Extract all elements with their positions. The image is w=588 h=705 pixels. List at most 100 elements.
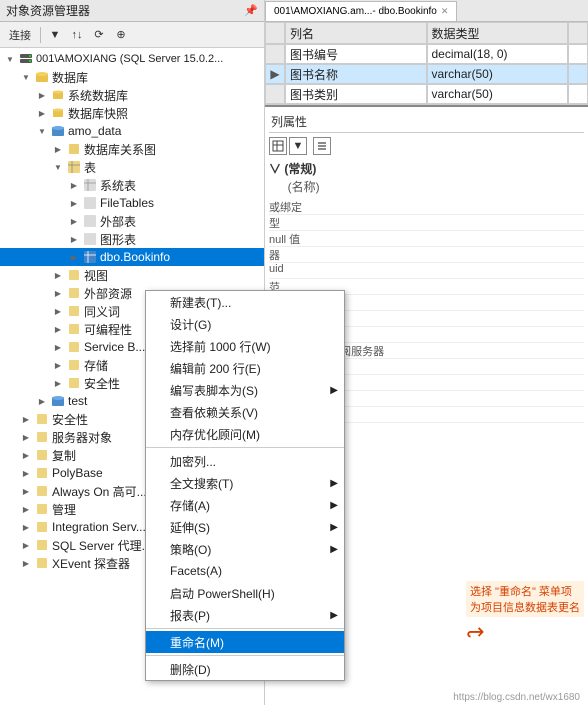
expand-db-security[interactable]: ▶ xyxy=(50,375,66,391)
expand-sys-tables[interactable]: ▶ xyxy=(66,177,82,193)
filter-button[interactable]: ▼ xyxy=(45,25,65,45)
ctx-label-rename: 重命名(M) xyxy=(170,634,224,651)
tree-item-ext-tables[interactable]: ▶ 外部表 xyxy=(0,212,264,230)
tree-item-amo-data[interactable]: ▼ amo_data xyxy=(0,122,264,140)
expand-tables[interactable]: ▼ xyxy=(50,159,66,175)
ctx-label-ps: 启动 PowerShell(H) xyxy=(170,585,275,602)
cell-name-3[interactable]: 图书类别 xyxy=(285,84,427,104)
cell-type-1[interactable]: decimal(18, 0) xyxy=(427,44,569,64)
ctx-delete[interactable]: 删除(D) xyxy=(146,658,344,680)
expand-management[interactable]: ▶ xyxy=(18,501,34,517)
integration-label: Integration Serv... xyxy=(52,520,146,534)
expand-server[interactable]: ▼ xyxy=(2,51,18,67)
expand-test[interactable]: ▶ xyxy=(34,393,50,409)
props-btn-2[interactable]: ▼ xyxy=(289,137,307,155)
props-row-4: null 值 xyxy=(269,231,584,247)
db-security-label: 安全性 xyxy=(84,375,120,392)
ctx-edit-top200[interactable]: 编辑前 200 行(E) xyxy=(146,357,344,379)
props-btn-1[interactable] xyxy=(269,137,287,155)
ctx-rename[interactable]: 重命名(M) xyxy=(146,631,344,653)
ctx-select-top1000[interactable]: 选择前 1000 行(W) xyxy=(146,335,344,357)
expand-ext-res[interactable]: ▶ xyxy=(50,285,66,301)
expand-replication[interactable]: ▶ xyxy=(18,447,34,463)
expand-integration[interactable]: ▶ xyxy=(18,519,34,535)
ctx-memory-opt[interactable]: 内存优化顾问(M) xyxy=(146,423,344,445)
ctx-label-deps: 查看依赖关系(V) xyxy=(170,404,258,421)
context-menu[interactable]: 新建表(T)... 设计(G) 选择前 1000 行(W) 编辑前 200 行(… xyxy=(145,290,345,681)
tree-item-databases[interactable]: ▼ 数据库 xyxy=(0,68,264,86)
props-title: 列属性 xyxy=(269,111,584,133)
ext-tables-icon xyxy=(82,213,98,229)
bookinfo-label: dbo.Bookinfo xyxy=(100,250,170,264)
expand-polybase[interactable]: ▶ xyxy=(18,465,34,481)
expand-service[interactable]: ▶ xyxy=(50,339,66,355)
ctx-facets[interactable]: Facets(A) xyxy=(146,560,344,582)
test-label: test xyxy=(68,394,87,408)
tree-item-diagrams[interactable]: ▶ 数据库关系图 xyxy=(0,140,264,158)
expand-graph-tables[interactable]: ▶ xyxy=(66,231,82,247)
cell-name-1[interactable]: 图书编号 xyxy=(285,44,427,64)
props-btn-3[interactable] xyxy=(313,137,331,155)
management-label: 管理 xyxy=(52,501,76,518)
sys-tables-label: 系统表 xyxy=(100,177,136,194)
tree-item-filetables[interactable]: ▶ FileTables xyxy=(0,194,264,212)
expand-amo-data[interactable]: ▼ xyxy=(34,123,50,139)
amo-data-icon xyxy=(50,123,66,139)
expand-snapshots[interactable]: ▶ xyxy=(34,105,50,121)
ctx-script-as[interactable]: 编写表脚本为(S) ▶ xyxy=(146,379,344,401)
expand-sql-agent[interactable]: ▶ xyxy=(18,537,34,553)
ctx-view-deps[interactable]: 查看依赖关系(V) xyxy=(146,401,344,423)
refresh-button[interactable]: ⟳ xyxy=(89,25,109,45)
new-query-button[interactable]: ⊕ xyxy=(111,25,131,45)
tree-item-system-dbs[interactable]: ▶ 系统数据库 xyxy=(0,86,264,104)
expand-sys-dbs[interactable]: ▶ xyxy=(34,87,50,103)
tree-item-server[interactable]: ▼ 001\AMOXIANG (SQL Server 15.0.2... xyxy=(0,50,264,68)
ctx-storage[interactable]: 存储(A) ▶ xyxy=(146,494,344,516)
ctx-fulltext[interactable]: 全文搜索(T) ▶ xyxy=(146,472,344,494)
ctx-new-table[interactable]: 新建表(T)... xyxy=(146,291,344,313)
connect-button[interactable]: 连接 xyxy=(4,25,36,45)
ctx-stretch[interactable]: 延伸(S) ▶ xyxy=(146,516,344,538)
expand-server-objs[interactable]: ▶ xyxy=(18,429,34,445)
expand-views[interactable]: ▶ xyxy=(50,267,66,283)
pin-icon: 📌 xyxy=(244,4,258,17)
ctx-policy[interactable]: 策略(O) ▶ xyxy=(146,538,344,560)
tree-item-views[interactable]: ▶ 视图 xyxy=(0,266,264,284)
ctx-design[interactable]: 设计(G) xyxy=(146,313,344,335)
expand-always-on[interactable]: ▶ xyxy=(18,483,34,499)
tab-bookinfo[interactable]: 001\AMOXIANG.am...- dbo.Bookinfo ✕ xyxy=(265,1,457,21)
sort-button[interactable]: ↑↓ xyxy=(67,25,87,45)
expand-bookinfo[interactable]: ▶ xyxy=(66,249,82,265)
expand-databases[interactable]: ▼ xyxy=(18,69,34,85)
cell-type-3[interactable]: varchar(50) xyxy=(427,84,569,104)
tree-item-sys-tables[interactable]: ▶ 系统表 xyxy=(0,176,264,194)
integration-icon xyxy=(34,519,50,535)
ctx-reports[interactable]: 报表(P) ▶ xyxy=(146,604,344,626)
tree-item-bookinfo[interactable]: ▶ dbo.Bookinfo xyxy=(0,248,264,266)
cell-name-2[interactable]: 图书名称 xyxy=(285,64,427,84)
expand-prog[interactable]: ▶ xyxy=(50,321,66,337)
tree-item-graph-tables[interactable]: ▶ 图形表 xyxy=(0,230,264,248)
expand-security[interactable]: ▶ xyxy=(18,411,34,427)
ctx-encrypt[interactable]: 加密列... xyxy=(146,450,344,472)
tree-item-snapshots[interactable]: ▶ 数据库快照 xyxy=(0,104,264,122)
expand-storage[interactable]: ▶ xyxy=(50,357,66,373)
right-panel: 001\AMOXIANG.am...- dbo.Bookinfo ✕ 列名 数据… xyxy=(265,0,588,705)
tree-item-tables[interactable]: ▼ 表 xyxy=(0,158,264,176)
expand-filetables[interactable]: ▶ xyxy=(66,195,82,211)
tables-label: 表 xyxy=(84,159,96,176)
expand-diagrams[interactable]: ▶ xyxy=(50,141,66,157)
tab-close-icon[interactable]: ✕ xyxy=(441,6,449,17)
ctx-sep-3 xyxy=(146,655,344,656)
props-label-2: 或绑定 xyxy=(269,202,302,214)
management-icon xyxy=(34,501,50,517)
synonyms-label: 同义词 xyxy=(84,303,120,320)
cell-type-2[interactable]: varchar(50) xyxy=(427,64,569,84)
expand-xevent[interactable]: ▶ xyxy=(18,555,34,571)
ctx-powershell[interactable]: 启动 PowerShell(H) xyxy=(146,582,344,604)
security-label: 安全性 xyxy=(52,411,88,428)
submenu-arrow-ft: ▶ xyxy=(330,478,338,489)
expand-synonyms[interactable]: ▶ xyxy=(50,303,66,319)
panel-header: 对象资源管理器 📌 xyxy=(0,0,264,22)
expand-ext-tables[interactable]: ▶ xyxy=(66,213,82,229)
